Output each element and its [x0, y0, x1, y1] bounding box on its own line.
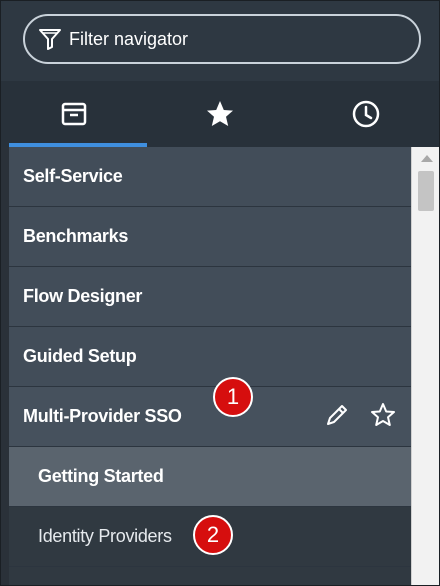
scrollbar[interactable] — [411, 147, 439, 585]
nav-item-getting-started[interactable]: Getting Started — [9, 447, 411, 507]
filter-navigator-input[interactable]: Filter navigator — [23, 14, 421, 64]
row-actions — [323, 401, 397, 429]
clock-icon — [352, 100, 380, 128]
tab-history[interactable] — [293, 81, 439, 147]
scroll-up-arrow-icon[interactable] — [421, 155, 433, 162]
nav-item-partial — [9, 567, 411, 585]
nav-item-guided-setup[interactable]: Guided Setup — [9, 327, 411, 387]
tab-all-applications[interactable] — [1, 81, 147, 147]
filter-placeholder: Filter navigator — [69, 28, 189, 49]
nav-item-label: Flow Designer — [23, 286, 143, 306]
nav-item-label: Guided Setup — [23, 346, 137, 366]
nav-item-benchmarks[interactable]: Benchmarks — [9, 207, 411, 267]
favorite-star-icon[interactable] — [369, 401, 397, 429]
callout-badge-2: 2 — [193, 515, 233, 555]
nav-item-label: Self-Service — [23, 166, 123, 186]
navigator-tabs — [1, 81, 439, 147]
nav-item-label: Multi-Provider SSO — [23, 406, 182, 426]
nav-item-label: Getting Started — [38, 466, 164, 486]
tab-favorites[interactable] — [147, 81, 293, 147]
nav-item-label: Benchmarks — [23, 226, 129, 246]
filter-icon — [39, 29, 61, 50]
nav-item-label: Identity Providers — [38, 526, 172, 546]
navigator-list: Self-Service Benchmarks Flow Designer Gu… — [9, 147, 411, 585]
nav-item-flow-designer[interactable]: Flow Designer — [9, 267, 411, 327]
scrollbar-thumb[interactable] — [418, 171, 434, 211]
callout-badge-1: 1 — [213, 377, 253, 417]
navigator-header: Filter navigator — [1, 1, 439, 81]
star-icon — [207, 101, 233, 126]
nav-item-self-service[interactable]: Self-Service — [9, 147, 411, 207]
navigator-panel: Filter navigator Self-Service Benchmarks… — [0, 0, 440, 586]
nav-item-multi-provider-sso[interactable]: Multi-Provider SSO — [9, 387, 411, 447]
edit-pencil-icon[interactable] — [323, 401, 351, 429]
archive-icon — [61, 102, 87, 126]
